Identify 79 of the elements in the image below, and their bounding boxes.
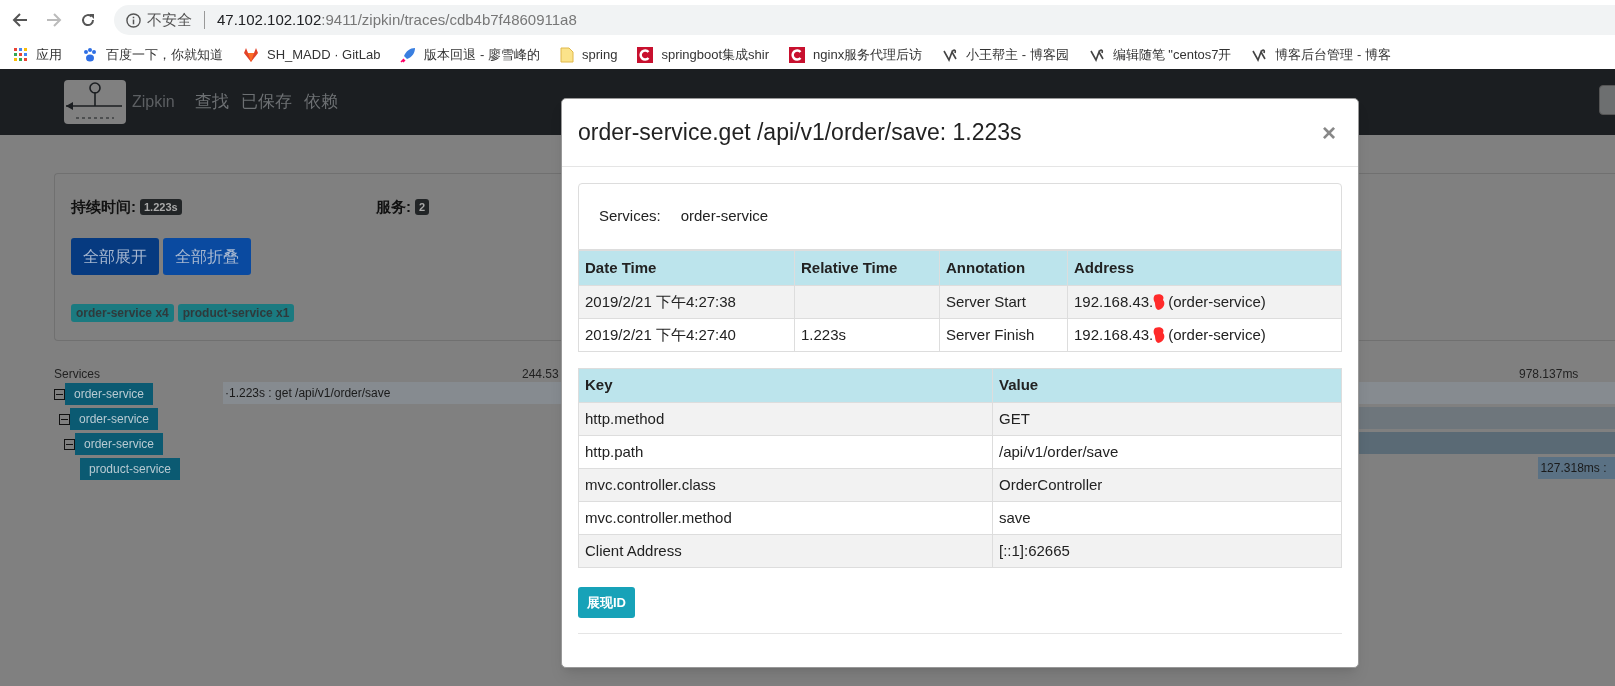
collapse-icon[interactable] <box>54 388 65 400</box>
span-bar[interactable]: 127.318ms : <box>1538 457 1615 479</box>
toggle-all-button[interactable]: 全部折叠 <box>163 238 251 275</box>
bookmark-link[interactable]: 编辑随笔 "centos7开 <box>1112 44 1232 65</box>
bookmark-link[interactable]: springboot集成shir <box>661 44 770 65</box>
column-header: Date Time <box>578 250 795 286</box>
redaction-mark <box>1153 293 1167 311</box>
services-count-badge: 2 <box>415 198 430 216</box>
address-service: (order-service) <box>1168 291 1266 312</box>
address-text: 192.168.43. <box>1074 324 1154 345</box>
dialog-title: order-service.get /api/v1/order/save: 1.223s <box>578 118 1022 148</box>
table-cell: [::1]:62665 <box>992 534 1342 568</box>
duration-badge: 1.223s <box>140 198 182 216</box>
address-service: (order-service) <box>1168 324 1266 345</box>
table-cell: Client Address <box>578 534 993 568</box>
services-value: order-service <box>680 206 769 227</box>
bookmark-link[interactable]: nginx服务代理后访 <box>813 44 923 65</box>
collapse-icon[interactable] <box>64 438 75 450</box>
bookmark-link[interactable]: 应用 <box>36 44 62 65</box>
brand-name[interactable]: Zipkin <box>132 90 175 114</box>
bookmark-link[interactable]: SH_MADD · GitLab <box>267 44 381 65</box>
table-cell: OrderController <box>992 468 1342 502</box>
services-label: Services: <box>599 206 661 227</box>
back-icon[interactable] <box>12 12 28 28</box>
address-bar[interactable]: 不安全 47.102.102.102:9411/zipkin/traces/cdb4b7f4860911a8 <box>114 5 1615 35</box>
table-cell: GET <box>992 402 1342 436</box>
services-label: 服务: <box>376 196 411 217</box>
table-cell: /api/v1/order/save <box>992 435 1342 469</box>
bookmark-link[interactable]: spring <box>582 44 618 65</box>
service-label[interactable]: product-service <box>80 458 181 480</box>
table-cell: Server Finish <box>939 318 1068 352</box>
span-bar-label: ·1.223s : get /api/v1/order/save <box>224 386 391 400</box>
duration-label: 持续时间: <box>71 196 136 217</box>
c-logo-icon <box>789 46 806 63</box>
table-cell: Server Start <box>939 285 1068 319</box>
column-header: Annotation <box>939 250 1068 286</box>
redaction-mark <box>1153 326 1167 344</box>
apps-icon <box>14 47 28 62</box>
service-label[interactable]: order-service <box>75 433 164 455</box>
table-cell: mvc.controller.class <box>578 468 993 502</box>
table-cell: 2019/2/21 下午4:27:38 <box>578 285 795 319</box>
column-header: Address <box>1067 250 1342 286</box>
services-header: Services <box>54 366 100 383</box>
rocket-icon <box>400 46 417 63</box>
service-label[interactable]: order-service <box>70 408 159 430</box>
folder-icon <box>560 46 574 63</box>
bookmark-link[interactable]: 博客后台管理 - 博客 <box>1275 44 1392 65</box>
zipkin-logo-icon <box>64 80 126 124</box>
column-header: Key <box>578 368 993 403</box>
c-logo-icon <box>637 46 654 63</box>
span-bar-label: 127.318ms : <box>1539 461 1607 475</box>
table-cell: save <box>992 501 1342 535</box>
table-cell: http.path <box>578 435 993 469</box>
info-icon[interactable] <box>126 12 141 28</box>
nav-link[interactable]: 依赖 <box>303 89 338 115</box>
service-label[interactable]: order-service <box>65 383 154 405</box>
column-header: Value <box>992 368 1342 403</box>
bookmark-link[interactable]: 百度一下，你就知道 <box>106 44 223 65</box>
nav-link[interactable]: 已保存 <box>240 89 292 115</box>
table-cell: 2019/2/21 下午4:27:40 <box>578 318 795 352</box>
table-cell: 1.223s <box>794 318 940 352</box>
table-cell: http.method <box>578 402 993 436</box>
bookmark-link[interactable]: 小王帮主 - 博客园 <box>966 44 1069 65</box>
column-header: Relative Time <box>794 250 940 286</box>
table-cell: mvc.controller.method <box>578 501 993 535</box>
show-id-button[interactable]: 展现ID <box>578 587 635 618</box>
time-tick: 244.53 <box>522 366 559 383</box>
security-label: 不安全 <box>147 9 192 30</box>
toggle-all-button[interactable]: 全部展开 <box>71 238 159 275</box>
address-text: 192.168.43. <box>1074 291 1154 312</box>
bookmark-link[interactable]: 版本回退 - 廖雪峰的 <box>424 44 540 65</box>
nav-link[interactable]: 查找 <box>194 89 229 115</box>
url-text: 47.102.102.102:9411/zipkin/traces/cdb4b7f4860911a8 <box>217 9 577 30</box>
reload-icon[interactable] <box>80 12 96 28</box>
fox-icon <box>243 46 259 63</box>
time-tick: 978.137ms <box>1519 366 1579 383</box>
collapse-icon[interactable] <box>59 413 70 425</box>
close-button[interactable]: × <box>1322 120 1336 145</box>
paw-icon <box>82 46 98 63</box>
